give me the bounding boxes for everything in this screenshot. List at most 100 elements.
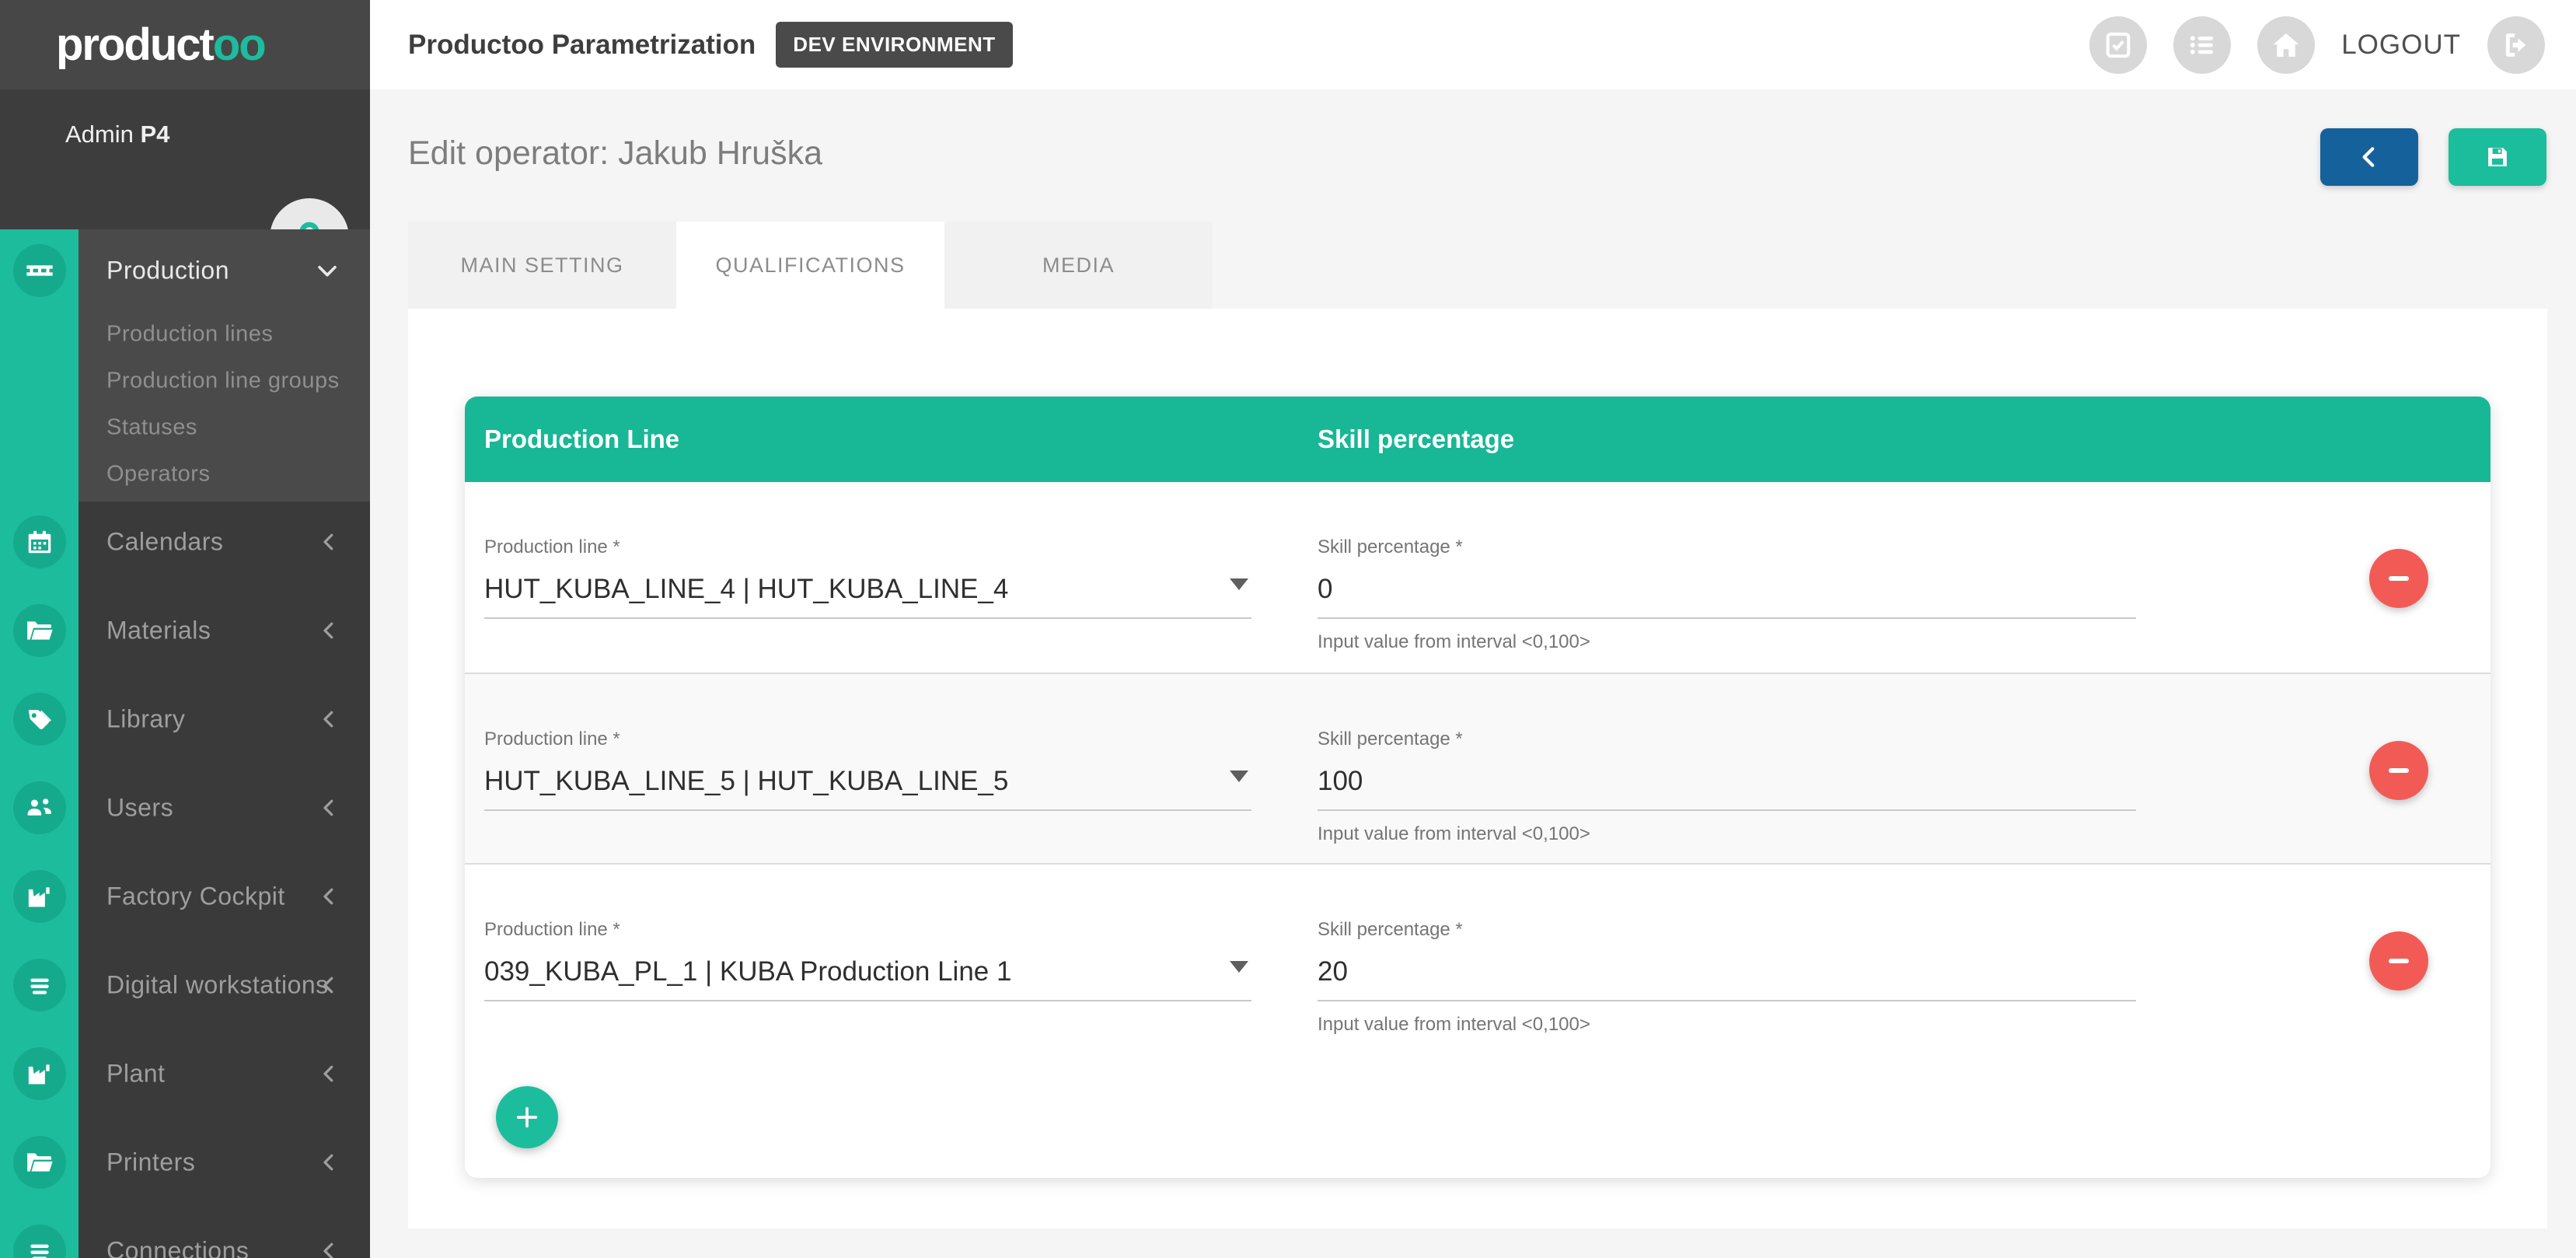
production-line-field: Production line * 039_KUBA_PL_1 | KUBA P… (484, 919, 1251, 1001)
logout-button[interactable] (2487, 16, 2545, 74)
sidebar-item-label: Printers (106, 1148, 195, 1177)
save-floppy-icon (2483, 142, 2512, 172)
skill-percentage-label: Skill percentage * (1318, 729, 2136, 750)
minus-icon (2389, 959, 2409, 963)
sidebar-item-statuses[interactable]: Statuses (0, 404, 370, 451)
skill-percentage-input[interactable] (1318, 760, 2136, 811)
plus-icon (514, 1104, 540, 1130)
tab-main-setting[interactable]: MAIN SETTING (408, 222, 676, 309)
sidebar-item-users[interactable]: Users (0, 764, 370, 852)
home-button[interactable] (2257, 16, 2315, 74)
chevron-left-icon (317, 973, 340, 997)
sidebar-item-label: Production (106, 256, 229, 285)
remove-row-button[interactable] (2369, 741, 2428, 800)
production-line-select[interactable]: 039_KUBA_PL_1 | KUBA Production Line 1 (484, 950, 1251, 1001)
sidebar-item-printers[interactable]: Printers (0, 1118, 370, 1207)
production-line-value: HUT_KUBA_LINE_5 | HUT_KUBA_LINE_5 (484, 766, 1220, 797)
calendar-icon (13, 515, 66, 568)
sidebar-item-production-line-groups[interactable]: Production line groups (0, 358, 370, 404)
production-line-field: Production line * HUT_KUBA_LINE_4 | HUT_… (484, 536, 1251, 619)
interval-helper-text: Input value from interval <0,100> (1318, 1014, 2136, 1036)
tab-media[interactable]: MEDIA (944, 222, 1213, 309)
main-area: Edit operator: Jakub Hruška MAIN SETTING… (370, 89, 2576, 1258)
sidebar-item-library[interactable]: Library (0, 675, 370, 764)
production-line-select[interactable]: HUT_KUBA_LINE_5 | HUT_KUBA_LINE_5 (484, 760, 1251, 811)
bars-icon (13, 1225, 66, 1258)
sidebar-item-label: Digital workstations (106, 971, 329, 1000)
logout-label[interactable]: LOGOUT (2341, 30, 2461, 61)
sidebar-item-label: Factory Cockpit (106, 882, 285, 911)
tab-qualifications[interactable]: QUALIFICATIONS (676, 222, 944, 309)
chevron-down-icon (1230, 961, 1248, 973)
skill-percentage-label: Skill percentage * (1318, 919, 2136, 941)
chevron-down-icon (314, 257, 340, 284)
productoo-logo[interactable]: productoo (56, 19, 265, 71)
list-button[interactable] (2173, 16, 2231, 74)
minus-icon (2389, 768, 2409, 773)
save-button[interactable] (2449, 128, 2546, 186)
menu-list: Production Production lines Production lin… (0, 229, 370, 1258)
chevron-left-icon (317, 1151, 340, 1174)
add-row-button[interactable] (496, 1086, 558, 1148)
remove-row-button[interactable] (2369, 549, 2428, 608)
minus-icon (2389, 576, 2409, 581)
chevron-down-icon (1230, 578, 1248, 590)
tasks-button[interactable] (2089, 16, 2147, 74)
skill-percentage-field: Skill percentage * Input value from inte… (1318, 729, 2136, 845)
sidebar-item-production-lines[interactable]: Production lines (0, 311, 370, 358)
back-button[interactable] (2320, 128, 2418, 186)
interval-helper-text: Input value from interval <0,100> (1318, 823, 2136, 845)
chevron-left-icon (317, 885, 340, 908)
chevron-left-icon (317, 1239, 340, 1258)
folder-icon (13, 604, 66, 657)
app-title: Productoo Parametrization (408, 30, 756, 61)
profile-band: Admin P4 Last login: 24/03/2023, 12:59 (0, 89, 370, 229)
sidebar-item-operators[interactable]: Operators (0, 451, 370, 498)
sidebar-item-calendars[interactable]: Calendars (0, 498, 370, 586)
sidebar-item-production[interactable]: Production (0, 229, 370, 311)
sidebar-item-label: Statuses (106, 415, 197, 441)
card-header: Production Line Skill percentage (465, 397, 2490, 482)
qualifications-panel: Production Line Skill percentage Product… (408, 309, 2547, 1228)
list-icon (2186, 29, 2218, 61)
admin-name: Admin P4 (65, 121, 169, 149)
production-line-field: Production line * HUT_KUBA_LINE_5 | HUT_… (484, 729, 1251, 811)
production-line-value: 039_KUBA_PL_1 | KUBA Production Line 1 (484, 956, 1220, 987)
tag-icon (13, 693, 66, 746)
sidebar-item-materials[interactable]: Materials (0, 586, 370, 675)
production-line-label: Production line * (484, 536, 1251, 558)
production-line-select[interactable]: HUT_KUBA_LINE_4 | HUT_KUBA_LINE_4 (484, 568, 1251, 619)
skill-percentage-label: Skill percentage * (1318, 536, 2136, 558)
qualifications-card: Production Line Skill percentage Product… (465, 397, 2490, 1178)
production-line-label: Production line * (484, 919, 1251, 941)
sidebar-item-factory-cockpit[interactable]: Factory Cockpit (0, 852, 370, 941)
production-line-label: Production line * (484, 729, 1251, 750)
folder-icon (13, 1136, 66, 1189)
logo-text-primary: product (56, 19, 213, 70)
check-square-icon (2103, 30, 2134, 61)
chevron-left-icon (317, 530, 340, 554)
skill-percentage-input[interactable] (1318, 950, 2136, 1001)
sidebar-item-label: Connections (106, 1237, 249, 1258)
sidebar-item-label: Operators (106, 462, 210, 487)
qualification-row: Production line * HUT_KUBA_LINE_4 | HUT_… (465, 482, 2490, 673)
users-icon (13, 781, 66, 834)
sidebar-item-label: Production line groups (106, 369, 340, 394)
interval-helper-text: Input value from interval <0,100> (1318, 631, 2136, 653)
sidebar-item-plant[interactable]: Plant (0, 1029, 370, 1118)
sidebar-item-label: Plant (106, 1060, 165, 1089)
chevron-left-icon (317, 796, 340, 819)
chevron-left-icon (317, 619, 340, 642)
sidebar-item-digital-workstations[interactable]: Digital workstations (0, 941, 370, 1029)
production-line-value: HUT_KUBA_LINE_4 | HUT_KUBA_LINE_4 (484, 574, 1220, 605)
sidebar-item-connections[interactable]: Connections (0, 1207, 370, 1258)
skill-percentage-input[interactable] (1318, 568, 2136, 619)
qualification-row: Production line * 039_KUBA_PL_1 | KUBA P… (465, 863, 2490, 1054)
sidebar-item-label: Calendars (106, 528, 223, 557)
topbar: Productoo Parametrization DEV ENVIRONMEN… (370, 0, 2576, 89)
conveyor-icon (13, 244, 66, 297)
sidebar-item-label: Library (106, 705, 185, 734)
logo-band: productoo (0, 0, 370, 89)
page-title: Edit operator: Jakub Hruška (408, 135, 822, 173)
remove-row-button[interactable] (2369, 931, 2428, 991)
